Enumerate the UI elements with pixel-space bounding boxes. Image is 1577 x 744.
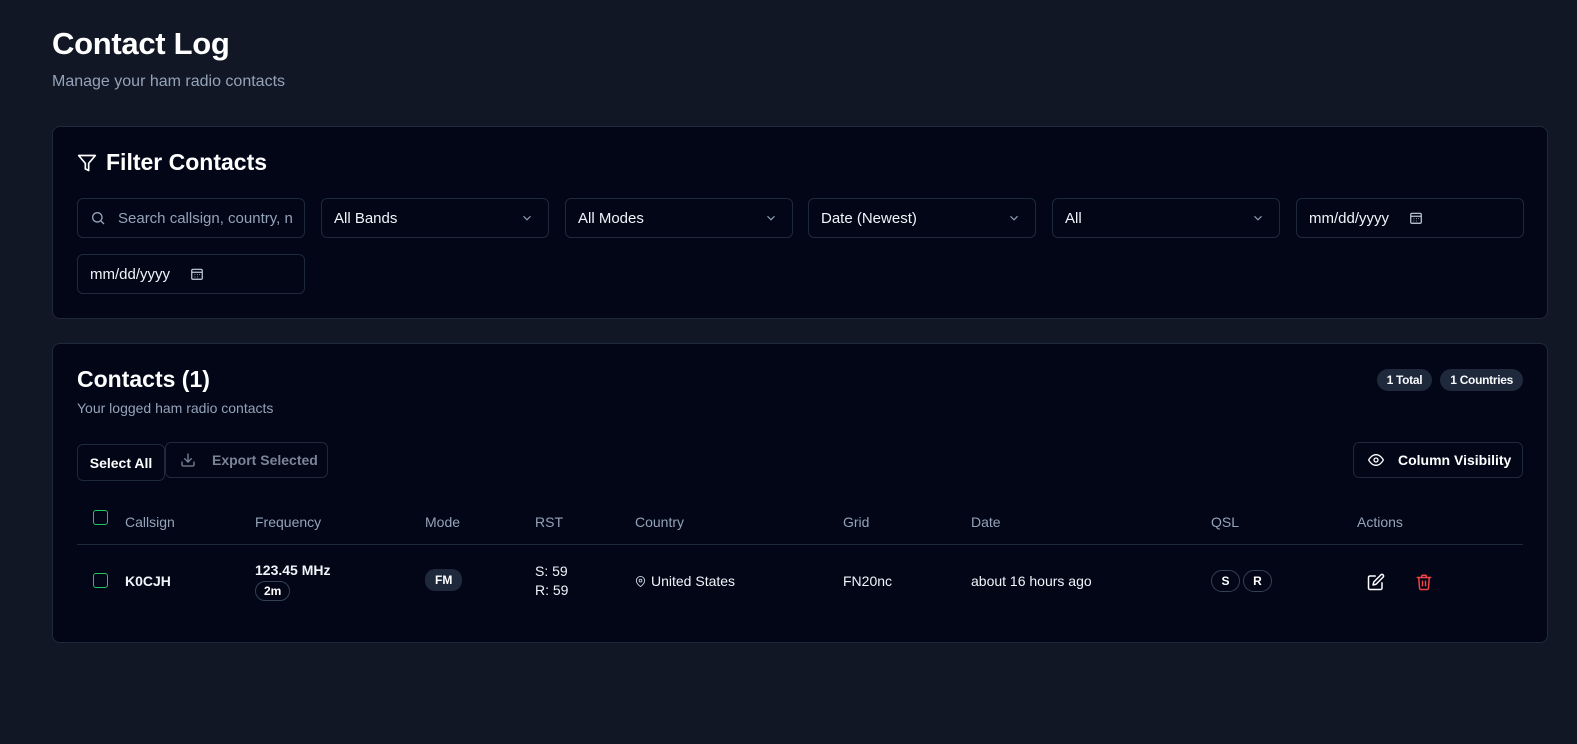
chevron-down-icon [1254, 215, 1262, 221]
row-callsign: K0CJH [125, 573, 171, 589]
row-frequency: 123.45 MHz [255, 562, 331, 578]
table-header: Callsign Frequency Mode RST Country Grid… [77, 500, 1523, 545]
filter-header: Filter Contacts [77, 149, 267, 176]
filter-card: Filter Contacts All Bands All Modes Date… [52, 126, 1548, 319]
column-visibility-button[interactable]: Column Visibility [1353, 442, 1523, 478]
band-select[interactable]: All Bands [321, 198, 549, 238]
date-from-input[interactable]: mm/dd/yyyy [1296, 198, 1524, 238]
date-from-value: mm/dd/yyyy [1309, 209, 1390, 227]
total-badge: 1 Total [1376, 369, 1433, 391]
date-to-input[interactable]: mm/dd/yyyy [77, 254, 305, 294]
row-rst-cell: S: 59 R: 59 [535, 562, 568, 600]
col-grid: Grid [843, 514, 870, 530]
eye-icon [1368, 453, 1384, 467]
contacts-title: Contacts (1) [77, 366, 210, 392]
countries-badge: 1 Countries [1440, 369, 1523, 391]
trash-icon[interactable] [1415, 573, 1433, 591]
page-title: Contact Log [52, 26, 230, 61]
contacts-table: Callsign Frequency Mode RST Country Grid… [77, 500, 1523, 620]
sort-select[interactable]: Date (Newest) [808, 198, 1036, 238]
calendar-icon[interactable] [1409, 211, 1423, 225]
search-field[interactable] [77, 198, 305, 238]
search-icon [92, 212, 105, 225]
contacts-subtitle: Your logged ham radio contacts [77, 400, 274, 416]
map-pin-icon [635, 575, 646, 587]
mode-select[interactable]: All Modes [565, 198, 793, 238]
band-select-value: All Bands [334, 209, 398, 227]
filter-icon [77, 154, 97, 171]
col-mode: Mode [425, 514, 461, 530]
qsl-select-value: All [1065, 209, 1082, 227]
column-visibility-label: Column Visibility [1398, 452, 1512, 468]
chevron-down-icon [1010, 215, 1018, 221]
row-mode-cell: FM [425, 569, 463, 591]
filter-title: Filter Contacts [106, 149, 268, 175]
mode-select-value: All Modes [578, 209, 644, 227]
row-qsl-cell: SR [1211, 570, 1275, 592]
stats-badges: 1 Total 1 Countries [1376, 369, 1523, 391]
row-grid: FN20nc [843, 573, 893, 589]
select-all-button[interactable]: Select All [77, 444, 165, 481]
qsl-sent-badge: S [1211, 570, 1240, 592]
rst-received: R: 59 [535, 582, 569, 598]
export-selected-label: Export Selected [212, 452, 318, 468]
mode-badge: FM [425, 569, 463, 591]
contacts-card: Contacts (1) Your logged ham radio conta… [52, 343, 1548, 643]
row-country: United States [651, 573, 736, 589]
col-callsign: Callsign [125, 514, 175, 530]
row-frequency-cell: 123.45 MHz 2m [255, 562, 330, 601]
table-row: K0CJH 123.45 MHz 2m FM S: 59 R: 59 Unite… [77, 545, 1523, 620]
export-selected-button[interactable]: Export Selected [165, 442, 328, 478]
col-frequency: Frequency [255, 514, 322, 530]
col-country: Country [635, 514, 685, 530]
rst-sent: S: 59 [535, 563, 568, 579]
col-rst: RST [535, 514, 563, 530]
qsl-received-badge: R [1243, 570, 1272, 592]
col-qsl: QSL [1211, 514, 1240, 530]
qsl-select[interactable]: All [1052, 198, 1280, 238]
chevron-down-icon [523, 215, 531, 221]
col-date: Date [971, 514, 1001, 530]
page-subtitle: Manage your ham radio contacts [52, 73, 286, 90]
select-all-checkbox[interactable] [93, 510, 108, 525]
date-to-value: mm/dd/yyyy [90, 265, 171, 283]
row-country-cell: United States [635, 573, 735, 589]
edit-icon[interactable] [1367, 573, 1385, 591]
calendar-icon[interactable] [190, 267, 204, 281]
download-icon [181, 453, 195, 467]
chevron-down-icon [767, 215, 775, 221]
sort-select-value: Date (Newest) [821, 209, 917, 227]
row-date: about 16 hours ago [971, 573, 1092, 589]
search-input[interactable] [118, 209, 294, 227]
col-actions: Actions [1357, 514, 1403, 530]
row-checkbox[interactable] [93, 573, 108, 588]
band-badge: 2m [255, 581, 291, 601]
